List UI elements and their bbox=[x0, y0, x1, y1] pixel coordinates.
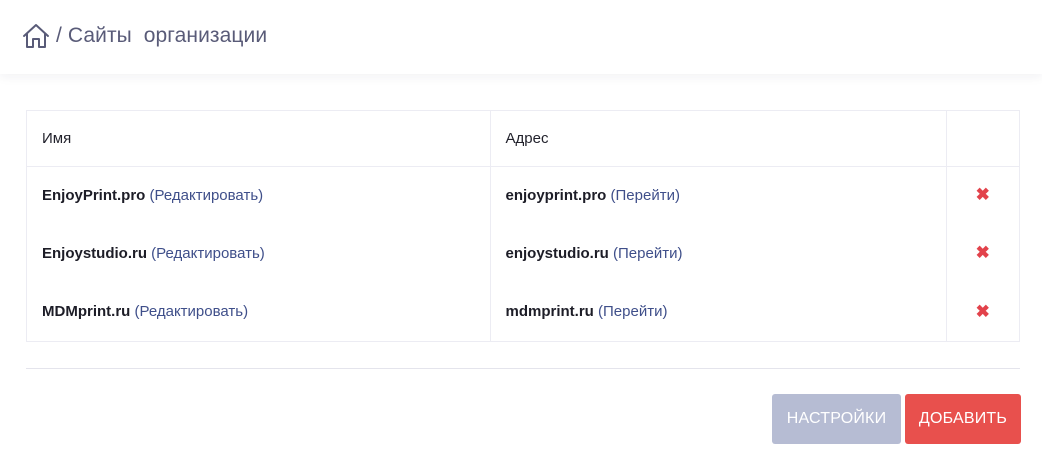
table-header-row: Имя Адрес bbox=[27, 111, 1019, 167]
site-name: Enjoystudio.ru bbox=[42, 244, 147, 262]
page-header: / Сайты организации bbox=[0, 0, 1042, 74]
edit-link[interactable]: Редактировать bbox=[156, 245, 260, 262]
sites-table: Имя Адрес EnjoyPrint.pro (Редактировать)… bbox=[26, 110, 1020, 342]
edit-link[interactable]: Редактировать bbox=[140, 303, 244, 320]
site-name: MDMprint.ru bbox=[42, 303, 131, 321]
site-address-cell: enjoystudio.ru (Перейти) bbox=[490, 224, 947, 283]
site-address-cell: enjoyprint.pro (Перейти) bbox=[490, 166, 947, 225]
site-name-cell: Enjoystudio.ru (Редактировать) bbox=[27, 224, 491, 283]
table-row: Enjoystudio.ru (Редактировать) enjoystud… bbox=[27, 224, 1019, 283]
column-header-address: Адрес bbox=[490, 111, 947, 167]
site-name: EnjoyPrint.pro bbox=[42, 186, 146, 204]
close-icon[interactable]: ✖ bbox=[976, 244, 990, 261]
delete-cell: ✖ bbox=[946, 166, 1019, 224]
column-header-name: Имя bbox=[27, 111, 491, 167]
page-title: Сайты организации bbox=[67, 24, 268, 47]
go-link[interactable]: Перейти bbox=[616, 187, 675, 204]
go-link[interactable]: Перейти bbox=[603, 303, 662, 320]
edit-link[interactable]: Редактировать bbox=[155, 187, 259, 204]
go-link[interactable]: Перейти bbox=[618, 245, 677, 262]
table-row: EnjoyPrint.pro (Редактировать) enjoyprin… bbox=[27, 166, 1019, 225]
settings-button[interactable]: НАСТРОЙКИ bbox=[772, 394, 901, 444]
delete-cell: ✖ bbox=[946, 283, 1019, 341]
close-icon[interactable]: ✖ bbox=[976, 186, 990, 203]
close-icon[interactable]: ✖ bbox=[976, 303, 990, 320]
footer-divider bbox=[26, 368, 1020, 369]
delete-cell: ✖ bbox=[946, 224, 1019, 282]
site-address: mdmprint.ru bbox=[505, 303, 594, 321]
add-button[interactable]: ДОБАВИТЬ bbox=[905, 394, 1021, 444]
site-address-cell: mdmprint.ru (Перейти) bbox=[490, 282, 947, 341]
table-row: MDMprint.ru (Редактировать) mdmprint.ru … bbox=[27, 282, 1019, 341]
site-name-cell: MDMprint.ru (Редактировать) bbox=[27, 282, 491, 341]
home-icon[interactable] bbox=[22, 23, 50, 49]
site-address: enjoystudio.ru bbox=[505, 244, 609, 262]
breadcrumb: / Сайты организации bbox=[22, 20, 267, 52]
site-name-cell: EnjoyPrint.pro (Редактировать) bbox=[27, 166, 491, 225]
column-header-actions bbox=[946, 111, 1019, 167]
site-address: enjoyprint.pro bbox=[505, 186, 607, 204]
breadcrumb-separator: / bbox=[56, 24, 62, 47]
